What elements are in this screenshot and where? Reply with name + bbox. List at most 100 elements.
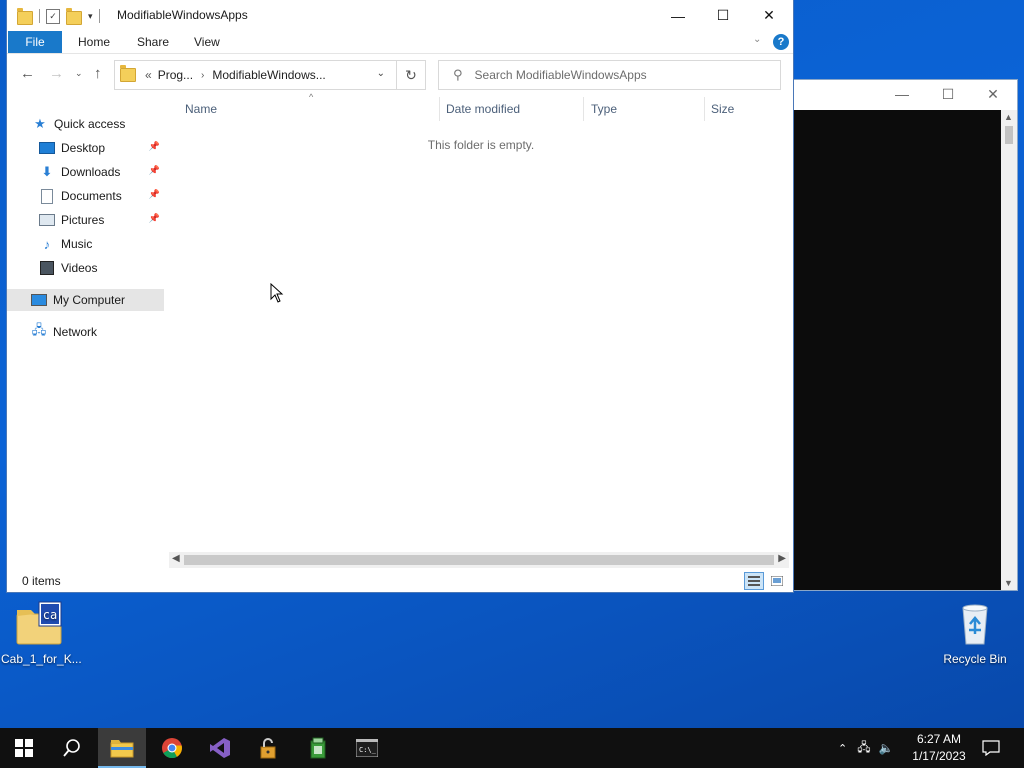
nav-item-quick-access[interactable]: ★ Quick access <box>7 113 164 135</box>
nav-item-desktop[interactable]: Desktop 📌 <box>7 137 164 159</box>
search-button[interactable] <box>48 728 96 768</box>
chrome-icon <box>162 738 182 759</box>
console-scroll-thumb[interactable] <box>1005 126 1013 144</box>
maximize-button[interactable]: ☐ <box>700 0 746 31</box>
unlocked-padlock-icon <box>260 738 276 759</box>
console-maximize-button[interactable]: ☐ <box>925 80 971 108</box>
tab-home[interactable]: Home <box>78 35 110 49</box>
nav-item-label: Downloads <box>61 165 121 179</box>
nav-item-network[interactable]: 🖧 Network <box>7 321 164 343</box>
taskbar-chrome[interactable] <box>148 728 196 768</box>
search-icon <box>63 739 80 757</box>
tab-share[interactable]: Share <box>137 35 169 49</box>
visual-studio-icon <box>210 738 230 758</box>
search-box[interactable]: ⚲ <box>438 60 781 90</box>
column-header-date-modified[interactable]: Date modified <box>446 102 520 116</box>
back-arrow-icon[interactable]: ← <box>20 65 35 82</box>
nav-item-label: Pictures <box>61 213 105 227</box>
nav-item-downloads[interactable]: ⬇ Downloads 📌 <box>7 161 164 183</box>
console-titlebar[interactable]: — ☐ ✕ <box>793 80 1017 108</box>
taskbar-file-explorer[interactable] <box>98 728 146 768</box>
recent-locations-chevron-icon[interactable]: ⌄ <box>75 68 83 79</box>
taskbar-visual-studio[interactable] <box>196 728 244 768</box>
picture-icon <box>39 212 55 228</box>
console-scrollbar[interactable]: ▲ ▼ <box>1001 110 1017 590</box>
expand-ribbon-chevron-icon[interactable]: ⌄ <box>753 34 761 45</box>
nav-item-videos[interactable]: Videos <box>7 257 164 279</box>
close-button[interactable]: ✕ <box>746 0 792 31</box>
horizontal-scrollbar[interactable]: ◀ ▶ <box>169 552 789 568</box>
volume-icon[interactable]: 🔈 <box>879 741 894 755</box>
breadcrumb-program-files[interactable]: Prog... <box>158 68 193 82</box>
status-bar: 0 items <box>7 568 793 592</box>
column-divider[interactable] <box>583 97 584 121</box>
scroll-right-arrow-icon[interactable]: ▶ <box>778 553 786 564</box>
console-screen[interactable] <box>793 110 1001 590</box>
nav-item-label: Quick access <box>54 117 126 131</box>
scroll-left-arrow-icon[interactable]: ◀ <box>172 553 180 564</box>
installer-box-icon <box>310 737 326 759</box>
console-window[interactable]: — ☐ ✕ ▲ ▼ <box>792 79 1018 591</box>
nav-item-label: Music <box>61 237 93 251</box>
taskbar-command-prompt[interactable]: C:\_ <box>343 728 391 768</box>
up-arrow-icon[interactable]: ↑ <box>94 65 102 82</box>
properties-icon[interactable]: ✓ <box>46 8 60 24</box>
desktop-icon-cab[interactable]: ca Cab_1_for_K... <box>1 600 82 666</box>
column-header-type[interactable]: Type <box>591 102 617 116</box>
search-input[interactable] <box>472 67 757 83</box>
nav-item-music[interactable]: ♪ Music <box>7 233 164 255</box>
nav-item-pictures[interactable]: Pictures 📌 <box>7 209 164 231</box>
desktop-icon-recycle-bin[interactable]: Recycle Bin <box>937 600 1013 666</box>
clock[interactable]: 6:27 AM 1/17/2023 <box>906 731 972 765</box>
windows-logo-icon <box>15 739 33 757</box>
start-button[interactable] <box>0 728 48 768</box>
column-divider[interactable] <box>439 97 440 121</box>
taskbar-security-app[interactable] <box>245 728 293 768</box>
help-icon[interactable]: ? <box>773 34 789 50</box>
minimize-button[interactable]: — <box>655 0 701 31</box>
scroll-up-arrow-icon[interactable]: ▲ <box>1004 112 1013 122</box>
details-view-icon[interactable] <box>744 572 764 590</box>
item-count: 0 items <box>22 574 61 588</box>
horizontal-scroll-thumb[interactable] <box>184 555 774 565</box>
explorer-window[interactable]: ✓ ▾ ModifiableWindowsApps — ☐ ✕ File Hom… <box>7 0 793 592</box>
address-bar[interactable]: « Prog... › ModifiableWindows... ⌄ ↻ <box>114 60 426 90</box>
file-explorer-icon <box>110 740 134 758</box>
explorer-titlebar[interactable]: ✓ ▾ ModifiableWindowsApps — ☐ ✕ <box>7 0 793 31</box>
column-header-name[interactable]: Name <box>185 102 217 116</box>
address-history-chevron-icon[interactable]: ⌄ <box>377 68 385 79</box>
nav-item-documents[interactable]: Documents 📌 <box>7 185 164 207</box>
window-title: ModifiableWindowsApps <box>117 8 248 22</box>
action-center-button[interactable] <box>982 728 1000 768</box>
column-divider[interactable] <box>704 97 705 121</box>
file-list[interactable]: ^ Name Date modified Type Size This fold… <box>173 92 789 553</box>
nav-item-my-computer[interactable]: My Computer <box>7 289 164 311</box>
taskbar: C:\_ ⌃ 🖧 🔈 6:27 AM 1/17/2023 <box>0 728 1024 768</box>
svg-text:ca: ca <box>43 608 57 622</box>
notification-icon <box>982 740 1000 756</box>
scroll-down-arrow-icon[interactable]: ▼ <box>1004 578 1013 588</box>
column-header-size[interactable]: Size <box>711 102 734 116</box>
large-icons-view-icon[interactable] <box>767 572 787 590</box>
console-minimize-button[interactable]: — <box>879 80 925 108</box>
breadcrumb-current-folder[interactable]: ModifiableWindows... <box>212 68 325 82</box>
forward-arrow-icon[interactable]: → <box>49 65 64 82</box>
navigation-bar: ← → ⌄ ↑ « Prog... › ModifiableWindows...… <box>7 54 793 94</box>
breadcrumb-separator-icon[interactable]: › <box>201 70 204 81</box>
folder-icon <box>120 65 136 82</box>
show-hidden-icons-chevron-icon[interactable]: ⌃ <box>838 742 847 755</box>
breadcrumb-overflow[interactable]: « <box>145 68 152 82</box>
new-folder-icon[interactable] <box>66 8 82 25</box>
customize-toolbar-icon[interactable]: ▾ <box>88 11 93 22</box>
network-status-icon[interactable]: 🖧 <box>857 738 870 759</box>
nav-item-label: My Computer <box>53 293 126 307</box>
network-icon: 🖧 <box>31 322 47 337</box>
desktop-icon-label: Cab_1_for_K... <box>1 652 82 666</box>
system-tray: ⌃ 🖧 🔈 <box>838 728 894 768</box>
tab-file[interactable]: File <box>8 31 62 53</box>
taskbar-installer-app[interactable] <box>294 728 342 768</box>
console-close-button[interactable]: ✕ <box>970 80 1016 108</box>
tab-view[interactable]: View <box>194 35 220 49</box>
nav-item-label: Videos <box>61 261 98 275</box>
refresh-icon[interactable]: ↻ <box>396 61 425 89</box>
